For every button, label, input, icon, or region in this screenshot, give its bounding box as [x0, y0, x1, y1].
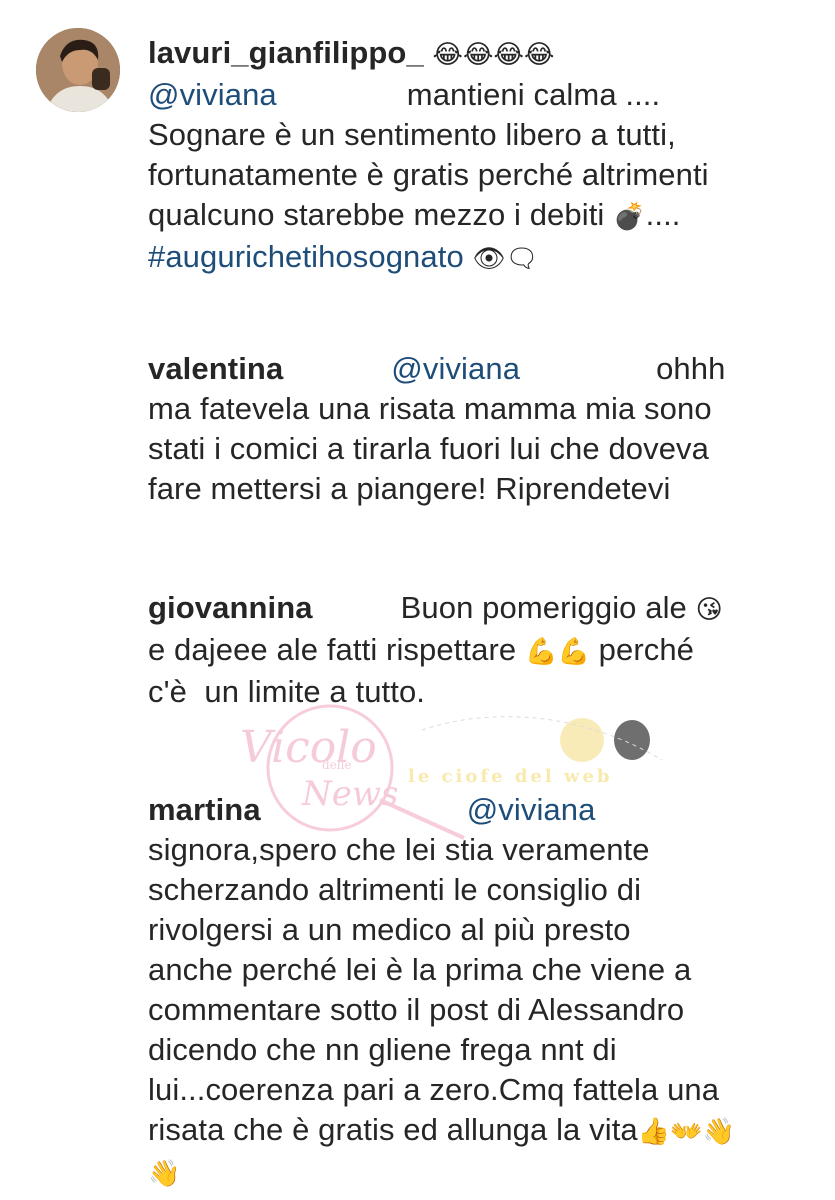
comment-text: signora,spero che lei stia veramente: [148, 832, 650, 867]
bomb-emoji-icon: 💣: [613, 202, 646, 232]
watermark-title: Vicolo: [240, 722, 377, 773]
hands-emoji-icon: 👍👐👋: [637, 1117, 736, 1147]
comment-text: perché: [598, 632, 695, 667]
comment-text: risata che è gratis ed allunga la vita: [148, 1112, 638, 1147]
comment-4: martina @viviana signora,spero che lei st…: [148, 790, 788, 1194]
kiss-emoji-icon: 😘: [695, 595, 723, 625]
comment-text: scherzando altrimenti le consiglio di: [148, 872, 642, 907]
comment-text: ....: [645, 197, 681, 232]
comment-4-header: martina @viviana: [148, 790, 788, 830]
avatar[interactable]: [36, 28, 120, 112]
comment-line: 👋: [148, 1152, 788, 1194]
comment-text: fortunatamente è gratis perché altriment…: [148, 157, 709, 192]
comment-line: qualcuno starebbe mezzo i debiti 💣....: [148, 195, 788, 237]
comment-text: commentare sotto il post di Alessandro: [148, 992, 685, 1027]
comment-text: mantieni calma ....: [406, 77, 661, 112]
comment-3: giovannina Buon pomeriggio ale 😘 e dajeee…: [148, 588, 788, 712]
comment-text: e dajeee ale fatti rispettare: [148, 632, 517, 667]
comment-1: lavuri_gianfilippo_ 😂😂😂😂 @viviana mantien…: [148, 33, 788, 279]
eye-speech-emoji-icon: 👁🗨: [472, 244, 539, 274]
comment-text: Sognare è un sentimento libero a tutti,: [148, 117, 676, 152]
mention-link[interactable]: @viviana: [148, 77, 277, 112]
watermark-small: delle: [322, 758, 352, 772]
comment-text: qualcuno starebbe mezzo i debiti: [148, 197, 605, 232]
comment-1-header: lavuri_gianfilippo_ 😂😂😂😂: [148, 33, 788, 75]
comment-username[interactable]: valentina: [148, 351, 283, 386]
laughing-emoji-icon: 😂😂😂😂: [432, 40, 555, 70]
waving-hand-emoji-icon: 👋: [148, 1159, 181, 1189]
mention-link[interactable]: @viviana: [391, 351, 520, 386]
flexed-biceps-emoji-icon: 💪💪: [524, 637, 590, 667]
comment-2-header: valentina @viviana ohhh: [148, 349, 788, 389]
comment-text: rivolgersi a un medico al più presto: [148, 912, 631, 947]
mention-link[interactable]: @viviana: [467, 792, 596, 827]
comment-text: ohhh: [656, 351, 726, 386]
watermark-right: le ciofe del web: [408, 766, 613, 787]
avatar-photo: [36, 28, 120, 112]
comment-2: valentina @viviana ohhh ma fatevela una ri…: [148, 349, 788, 509]
comment-username[interactable]: lavuri_gianfilippo_: [148, 35, 424, 70]
comment-text: anche perché lei è la prima che viene a: [148, 952, 692, 987]
comment-text: c'è un limite a tutto.: [148, 674, 426, 709]
comment-text: lui...coerenza pari a zero.Cmq fattela u…: [148, 1072, 720, 1107]
comment-username[interactable]: giovannina: [148, 590, 313, 625]
comment-text: stati i comici a tirarla fuori lui che d…: [148, 431, 710, 466]
hashtag-link[interactable]: #augurichetihosognato: [148, 239, 464, 274]
comment-text: Buon pomeriggio ale: [400, 590, 687, 625]
comment-line: e dajeee ale fatti rispettare 💪💪 perché: [148, 630, 788, 672]
comment-line: @viviana mantieni calma ....: [148, 75, 788, 115]
comment-username[interactable]: martina: [148, 792, 261, 827]
comment-3-header: giovannina Buon pomeriggio ale 😘: [148, 588, 788, 630]
comment-line: risata che è gratis ed allunga la vita👍👐…: [148, 1110, 788, 1152]
comment-text: fare mettersi a piangere! Riprendetevi: [148, 471, 671, 506]
comment-text: dicendo che nn gliene frega nnt di: [148, 1032, 617, 1067]
comment-text: ma fatevela una risata mamma mia sono: [148, 391, 712, 426]
comment-line: #augurichetihosognato 👁🗨: [148, 237, 788, 279]
